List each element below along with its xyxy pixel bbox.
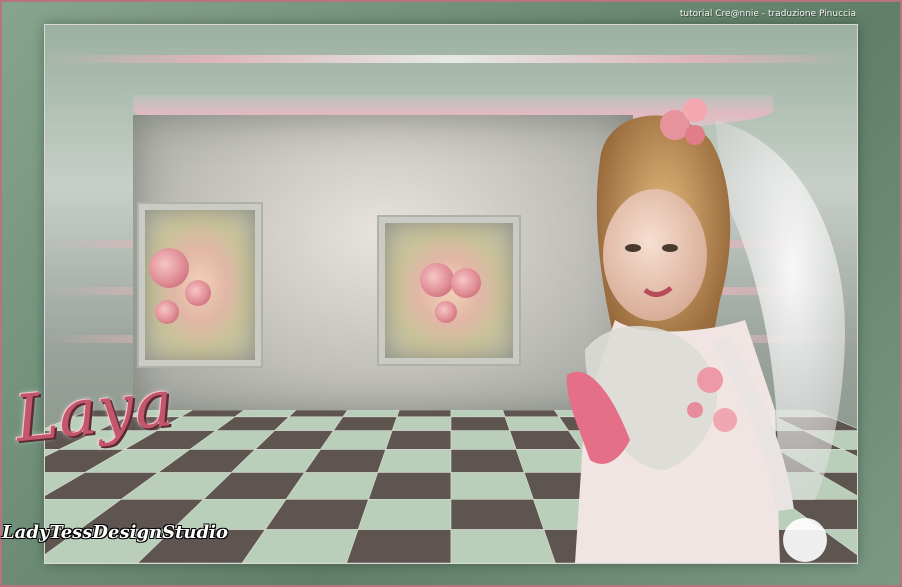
- floor-tile: [319, 430, 393, 450]
- floor-tile: [450, 410, 506, 418]
- rose: [185, 280, 211, 306]
- floor-tile: [450, 430, 517, 450]
- floral-panel-center: [385, 223, 513, 358]
- rose: [155, 300, 179, 324]
- rose: [451, 268, 481, 298]
- floor-tile: [450, 472, 534, 500]
- floor-tile: [233, 410, 297, 418]
- floor-tile: [391, 416, 452, 431]
- floral-panel-left: [145, 210, 255, 360]
- tutorial-credit: tutorial Cre@nnie - traduzione Pinuccia: [679, 9, 856, 19]
- floor-tile: [342, 410, 400, 418]
- floor-tile: [357, 499, 452, 530]
- floor-tile: [450, 499, 545, 530]
- rose: [420, 263, 454, 297]
- floor-tile: [396, 410, 452, 418]
- floor-tile: [346, 529, 452, 563]
- floor-tile: [179, 410, 245, 418]
- rose: [435, 301, 457, 323]
- floor-tile: [332, 416, 398, 431]
- bride-figure: [545, 80, 857, 563]
- floor-tile: [450, 449, 525, 473]
- designer-signature: LadyTessDesignStudio: [2, 522, 228, 543]
- rose: [149, 248, 189, 288]
- floor-tile: [450, 416, 511, 431]
- floor-tile: [450, 529, 556, 563]
- floor-tile: [368, 472, 452, 500]
- floor-tile: [288, 410, 348, 418]
- floor-tile: [385, 430, 452, 450]
- decor-stripe: [45, 55, 857, 63]
- artwork-canvas: [45, 25, 857, 563]
- floor-tile: [377, 449, 452, 473]
